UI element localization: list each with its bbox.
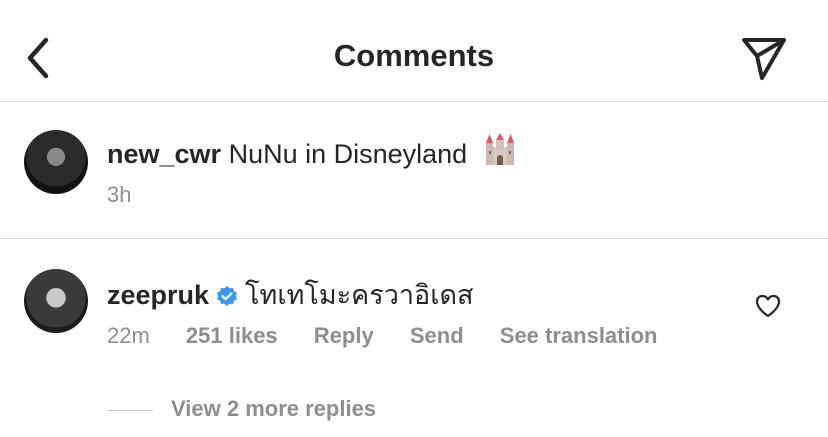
castle-icon <box>483 133 517 167</box>
avatar[interactable] <box>24 130 88 194</box>
see-translation-button[interactable]: See translation <box>500 323 658 348</box>
view-replies-button[interactable]: View 2 more replies <box>107 396 376 422</box>
caption-timestamp: 3h <box>107 182 132 207</box>
send-button[interactable]: Send <box>410 323 464 348</box>
caption-text: NuNu in Disneyland <box>228 139 468 169</box>
comment-meta: 22m 251 likes Reply Send See translation <box>107 323 687 349</box>
comment-username[interactable]: zeepruk <box>107 280 209 310</box>
comment-item: zeepruk โทเทโมะครวาอิเดส 22m 251 likes R… <box>0 239 828 437</box>
caption-username[interactable]: new_cwr <box>107 139 221 169</box>
like-button[interactable] <box>754 293 782 319</box>
comment-text: โทเทโมะครวาอิเดส <box>245 280 474 310</box>
post-caption: new_cwr NuNu in Disneyland 3h <box>0 102 828 239</box>
reply-button[interactable]: Reply <box>314 323 374 348</box>
replies-divider <box>107 409 153 411</box>
page-title: Comments <box>333 38 495 73</box>
avatar[interactable] <box>24 269 88 333</box>
likes-count[interactable]: 251 likes <box>186 323 278 348</box>
comment-timestamp: 22m <box>107 323 150 348</box>
comment-text-line: zeepruk โทเทโมะครวาอิเดส <box>107 273 474 316</box>
view-replies-label: View 2 more replies <box>171 396 377 421</box>
verified-badge-icon <box>215 285 239 309</box>
comments-header: Comments <box>0 0 828 102</box>
paper-plane-icon <box>742 38 786 80</box>
caption-text-line: new_cwr NuNu in Disneyland <box>107 133 517 170</box>
share-button[interactable] <box>738 34 790 82</box>
heart-icon <box>755 294 781 318</box>
